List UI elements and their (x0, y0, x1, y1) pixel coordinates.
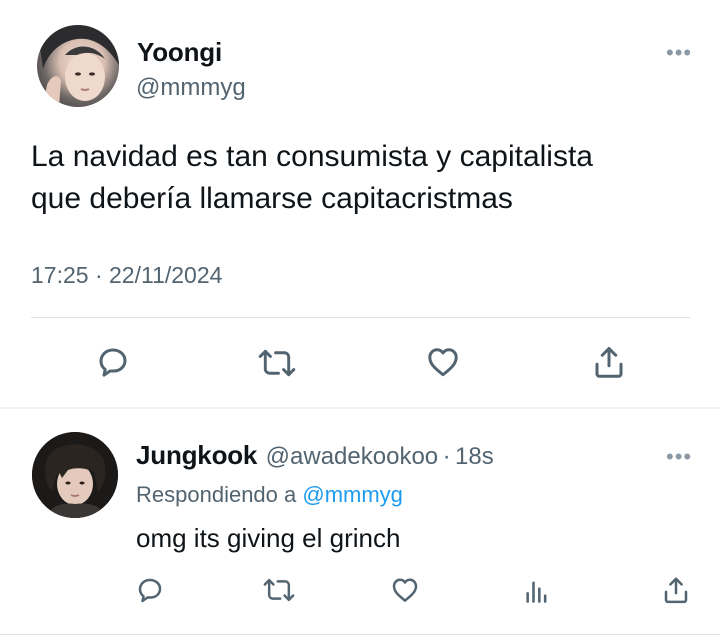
reply-text: omg its giving el grinch (136, 523, 401, 553)
share-icon[interactable] (591, 343, 627, 381)
reply-avatar[interactable] (32, 432, 118, 518)
divider (31, 317, 690, 318)
tweet-time: 17:25 (31, 262, 89, 288)
views-icon[interactable] (523, 576, 551, 606)
like-icon[interactable] (425, 344, 461, 380)
bottom-divider (0, 634, 720, 635)
author-handle[interactable]: @mmmyg (136, 74, 246, 102)
reply-reply-icon[interactable] (135, 575, 165, 605)
reply-more-options-icon[interactable]: ••• (666, 444, 692, 470)
reply-separator: · (442, 443, 451, 470)
reply-author-handle[interactable]: @awadekookoo (266, 443, 438, 470)
retweet-icon[interactable] (258, 345, 296, 381)
reply-author-name[interactable]: Jungkook (136, 440, 257, 470)
reply-header: Jungkook @awadekookoo · 18s (136, 440, 494, 471)
tweet-date: 22/11/2024 (109, 262, 223, 288)
section-divider (0, 407, 720, 409)
meta-separator: · (94, 262, 103, 288)
replying-to-handle-link[interactable]: @mmmyg (302, 482, 403, 507)
tweet-text-line-1: La navidad es tan consumista y capitalis… (31, 140, 593, 173)
reply-time[interactable]: 18s (455, 443, 494, 470)
more-options-icon[interactable]: ••• (666, 40, 692, 66)
reply-retweet-icon[interactable] (263, 575, 295, 605)
tweet-text-line-2: que debería llamarse capitacristmas (31, 182, 513, 215)
reply-icon[interactable] (95, 344, 131, 380)
replying-to-prefix: Respondiendo a (136, 482, 297, 507)
reply-share-icon[interactable] (661, 574, 691, 606)
reply-avatar-image (32, 432, 118, 518)
avatar-image (37, 25, 119, 107)
reply-like-icon[interactable] (390, 575, 420, 605)
avatar[interactable] (37, 25, 119, 107)
replying-to: Respondiendo a @mmmyg (136, 482, 403, 508)
author-name[interactable]: Yoongi (137, 37, 222, 68)
tweet-timestamp[interactable]: 17:25 · 22/11/2024 (31, 262, 222, 289)
